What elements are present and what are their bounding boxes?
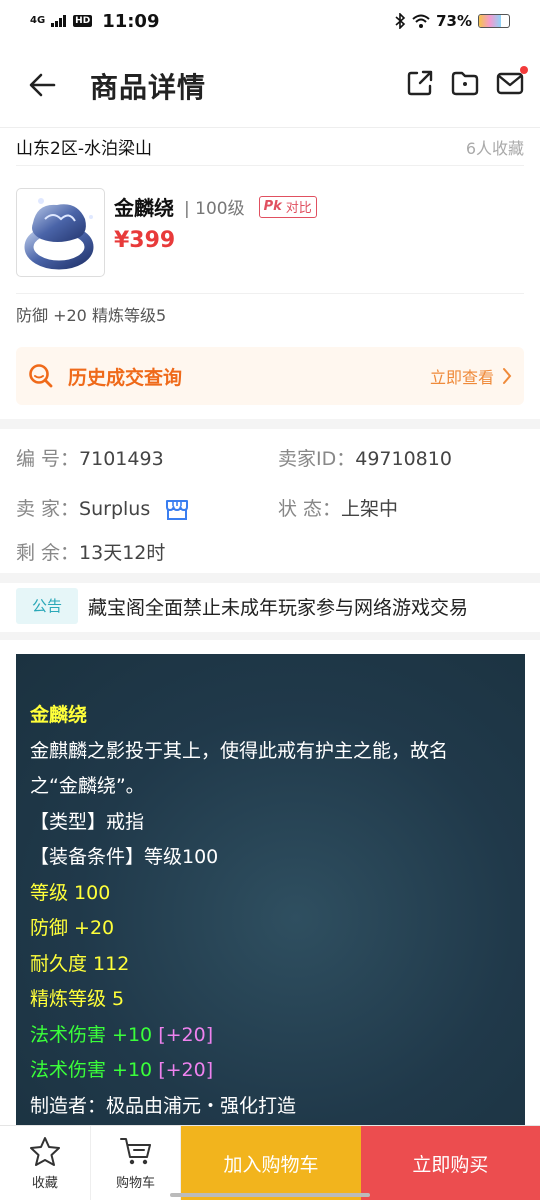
desc-intro: 金麒麟之影投于其上，使得此戒有护主之能，故名 — [30, 739, 449, 762]
shop-icon[interactable] — [164, 498, 190, 522]
cart-label: 购物车 — [116, 1176, 156, 1191]
desc-durability: 耐久度 112 — [30, 952, 130, 975]
seller-value: Surplus — [79, 498, 151, 520]
bluetooth-icon — [395, 13, 406, 29]
desc-item-name: 金麟绕 — [30, 704, 88, 726]
favorite-count: 6人收藏 — [465, 138, 524, 158]
home-indicator[interactable] — [170, 1193, 370, 1197]
desc-intro-cont: 之“金麟绕”。 — [30, 775, 145, 797]
wifi-icon — [412, 14, 430, 28]
item-description-panel: 金麟绕 金麒麟之影投于其上，使得此戒有护主之能，故名 之“金麟绕”。 【类型】戒… — [16, 654, 525, 1134]
share-icon[interactable] — [405, 68, 435, 98]
seller-id-label: 卖家ID： — [278, 448, 356, 470]
history-query-banner[interactable]: 历史成交查询 立即查看 — [16, 347, 524, 405]
id-value: 7101493 — [79, 448, 164, 470]
section-divider — [0, 419, 540, 429]
history-label: 历史成交查询 — [68, 366, 183, 389]
info-seller: 卖 家：Surplus — [16, 494, 190, 522]
desc-refine: 精炼等级 5 — [30, 988, 125, 1010]
product-price: ¥399 — [114, 228, 176, 253]
notice-text: 藏宝阁全面禁止未成年玩家参与网络游戏交易 — [88, 596, 469, 619]
product-attributes: 防御 +20 精炼等级5 — [16, 306, 167, 325]
top-nav: 商品详情 — [0, 42, 540, 128]
desc-maker: 制造者：极品由浦元・强化打造 — [30, 1094, 297, 1117]
status-label: 状 态： — [278, 498, 342, 520]
buy-now-button[interactable]: 立即购买 — [360, 1126, 540, 1200]
battery-icon — [478, 14, 510, 28]
view-now-link[interactable]: 立即查看 — [430, 364, 512, 388]
magic-damage-base: 法术伤害 +10 — [30, 1023, 153, 1046]
add-to-cart-button[interactable]: 加入购物车 — [181, 1126, 361, 1200]
desc-requirement: 【装备条件】等级100 — [30, 846, 219, 868]
magic-damage-base: 法术伤害 +10 — [30, 1059, 153, 1081]
desc-magic-damage: 法术伤害 +10 [+20] — [30, 1053, 511, 1089]
status-bar: 4G HD 11:09 73% — [0, 0, 540, 42]
ring-icon — [24, 198, 94, 270]
remaining-label: 剩 余： — [16, 542, 80, 564]
product-level: | 100级 — [184, 199, 245, 219]
desc-magic-damage: 法术伤害 +10 [+20] — [30, 1018, 511, 1054]
notice-bar: 公告 藏宝阁全面禁止未成年玩家参与网络游戏交易 — [16, 584, 524, 628]
back-arrow-icon[interactable] — [26, 68, 60, 102]
server-row: 山东2区-水泊梁山 6人收藏 — [16, 128, 524, 166]
server-name: 山东2区-水泊梁山 — [16, 139, 152, 159]
status-value: 上架中 — [341, 498, 399, 520]
page-title: 商品详情 — [90, 71, 207, 104]
compare-button[interactable]: Pk 对比 — [258, 195, 317, 218]
section-divider — [0, 632, 540, 640]
folder-icon[interactable] — [450, 68, 480, 98]
compare-label: 对比 — [285, 201, 312, 216]
info-seller-id: 卖家ID：49710810 — [278, 444, 452, 471]
info-status: 状 态：上架中 — [278, 494, 398, 521]
product-thumbnail[interactable] — [16, 188, 105, 277]
magic-damage-bonus: [+20] — [158, 1059, 214, 1081]
section-divider — [0, 573, 540, 583]
product-name: 金麟绕 — [114, 196, 174, 220]
seller-id-value: 49710810 — [355, 448, 452, 470]
hd-icon: HD — [73, 15, 93, 27]
favorite-label: 收藏 — [31, 1176, 58, 1191]
notice-tag: 公告 — [16, 588, 79, 624]
remaining-value: 13天12时 — [79, 542, 166, 564]
id-label: 编 号： — [16, 448, 80, 470]
clock: 11:09 — [102, 10, 160, 32]
seller-label: 卖 家： — [16, 498, 80, 520]
battery-percent: 73% — [436, 12, 472, 30]
chevron-right-icon — [503, 368, 512, 384]
bottom-action-bar: 收藏 购物车 加入购物车 立即购买 — [0, 1125, 540, 1200]
desc-defense: 防御 +20 — [30, 917, 115, 939]
desc-level: 等级 100 — [30, 881, 111, 904]
pk-icon: Pk — [263, 199, 282, 214]
cart-button[interactable]: 购物车 — [91, 1126, 182, 1200]
product-summary: 金麟绕 | 100级 Pk 对比 ¥399 — [16, 166, 524, 294]
desc-type: 【类型】戒指 — [30, 810, 145, 833]
search-icon — [29, 364, 53, 388]
info-remaining: 剩 余：13天12时 — [16, 538, 165, 565]
signal-icon — [51, 15, 67, 27]
cart-icon — [119, 1138, 151, 1165]
info-id: 编 号：7101493 — [16, 444, 164, 471]
notification-dot — [520, 66, 528, 74]
view-now-label: 立即查看 — [429, 368, 494, 387]
favorite-button[interactable]: 收藏 — [0, 1126, 91, 1200]
network-indicator: 4G — [30, 15, 46, 26]
magic-damage-bonus: [+20] — [158, 1023, 214, 1046]
star-icon — [29, 1137, 60, 1166]
